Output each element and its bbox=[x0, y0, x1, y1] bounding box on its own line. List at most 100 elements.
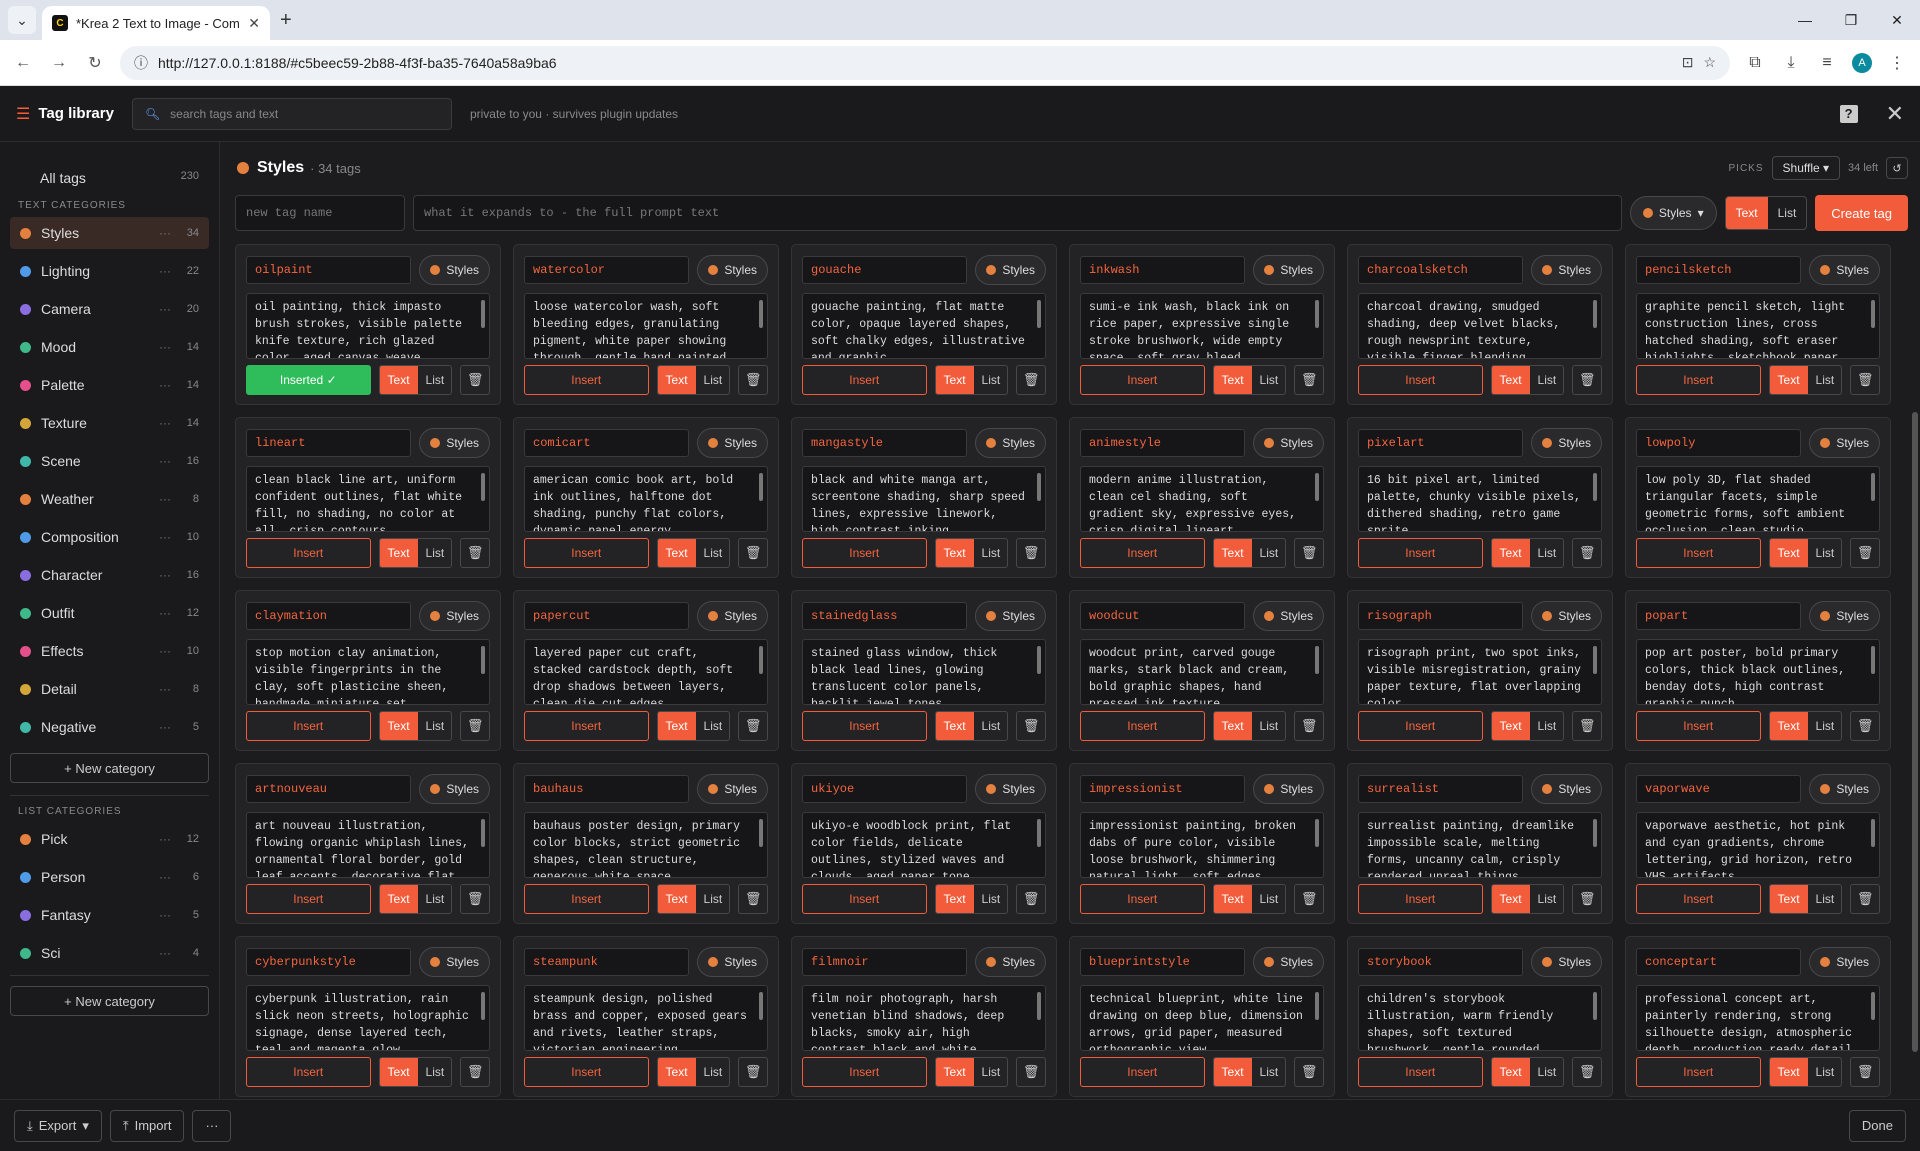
list-mode-button[interactable]: List bbox=[1808, 1058, 1842, 1086]
list-mode-button[interactable]: List bbox=[696, 1058, 730, 1086]
tag-category-select[interactable]: Styles bbox=[697, 428, 768, 458]
create-tag-button[interactable]: Create tag bbox=[1815, 195, 1908, 231]
tag-category-select[interactable]: Styles bbox=[419, 601, 490, 631]
trash-icon[interactable]: 🗑︎ bbox=[1294, 365, 1324, 395]
list-mode-button[interactable]: List bbox=[1530, 539, 1564, 567]
trash-icon[interactable]: 🗑︎ bbox=[1572, 711, 1602, 741]
trash-icon[interactable]: 🗑︎ bbox=[738, 711, 768, 741]
trash-icon[interactable]: 🗑︎ bbox=[1850, 884, 1880, 914]
tag-category-select[interactable]: Styles bbox=[1809, 601, 1880, 631]
tag-expansion-field[interactable]: children's storybook illustration, warm … bbox=[1358, 985, 1602, 1051]
tag-name-field[interactable]: surrealist bbox=[1358, 775, 1524, 803]
tag-category-select[interactable]: Styles bbox=[1253, 947, 1324, 977]
text-mode-button[interactable]: Text bbox=[1213, 366, 1252, 394]
profile-avatar[interactable]: A bbox=[1852, 52, 1872, 73]
tag-category-select[interactable]: Styles bbox=[975, 428, 1046, 458]
text-mode-button[interactable]: Text bbox=[657, 1058, 696, 1086]
text-mode-button[interactable]: Text bbox=[1769, 366, 1808, 394]
text-mode-button[interactable]: Text bbox=[657, 366, 696, 394]
trash-icon[interactable]: 🗑︎ bbox=[1016, 365, 1046, 395]
tag-name-field[interactable]: gouache bbox=[802, 256, 968, 284]
text-mode-button[interactable]: Text bbox=[379, 1058, 418, 1086]
text-mode-button[interactable]: Text bbox=[935, 885, 974, 913]
tag-name-field[interactable]: lineart bbox=[246, 429, 412, 457]
tag-expansion-field[interactable]: charcoal drawing, smudged shading, deep … bbox=[1358, 293, 1602, 359]
insert-button[interactable]: Insert bbox=[802, 884, 927, 914]
tag-name-field[interactable]: filmnoir bbox=[802, 948, 968, 976]
list-mode-button[interactable]: List bbox=[418, 366, 452, 394]
more-icon[interactable]: ··· bbox=[159, 302, 171, 316]
tag-category-select[interactable]: Styles bbox=[419, 774, 490, 804]
tag-expansion-field[interactable]: american comic book art, bold ink outlin… bbox=[524, 466, 768, 532]
trash-icon[interactable]: 🗑︎ bbox=[1850, 1057, 1880, 1087]
new-tab-icon[interactable]: + bbox=[280, 9, 292, 32]
new-list-category-button[interactable]: + New category bbox=[10, 986, 209, 1016]
tag-expansion-field[interactable]: professional concept art, painterly rend… bbox=[1636, 985, 1880, 1051]
list-mode-button[interactable]: List bbox=[1808, 885, 1842, 913]
tag-expansion-field[interactable]: vaporwave aesthetic, hot pink and cyan g… bbox=[1636, 812, 1880, 878]
tag-expansion-field[interactable]: low poly 3D, flat shaded triangular face… bbox=[1636, 466, 1880, 532]
trash-icon[interactable]: 🗑︎ bbox=[460, 884, 490, 914]
list-mode-button[interactable]: List bbox=[418, 1058, 452, 1086]
more-icon[interactable]: ··· bbox=[159, 340, 171, 354]
trash-icon[interactable]: 🗑︎ bbox=[460, 1057, 490, 1087]
list-mode-button[interactable]: List bbox=[974, 1058, 1008, 1086]
list-mode-button[interactable]: List bbox=[1252, 366, 1286, 394]
tag-category-select[interactable]: Styles bbox=[1253, 428, 1324, 458]
tag-expansion-field[interactable]: ukiyo-e woodblock print, flat color fiel… bbox=[802, 812, 1046, 878]
list-mode-button[interactable]: List bbox=[1530, 366, 1564, 394]
tag-category-select[interactable]: Styles bbox=[975, 774, 1046, 804]
sidebar-item-negative[interactable]: Negative ··· 5 bbox=[10, 711, 209, 743]
tag-name-field[interactable]: stainedglass bbox=[802, 602, 968, 630]
sidebar-item-texture[interactable]: Texture ··· 14 bbox=[10, 407, 209, 439]
text-mode-button[interactable]: Text bbox=[1769, 885, 1808, 913]
text-mode-button[interactable]: Text bbox=[935, 712, 974, 740]
insert-button[interactable]: Insert bbox=[802, 538, 927, 568]
bookmark-star-icon[interactable]: ☆ bbox=[1703, 54, 1716, 71]
list-mode-button[interactable]: List bbox=[1530, 712, 1564, 740]
trash-icon[interactable]: 🗑︎ bbox=[1850, 365, 1880, 395]
trash-icon[interactable]: 🗑︎ bbox=[460, 538, 490, 568]
more-icon[interactable]: ··· bbox=[159, 606, 171, 620]
done-button[interactable]: Done bbox=[1848, 1109, 1906, 1142]
tag-expansion-field[interactable]: black and white manga art, screentone sh… bbox=[802, 466, 1046, 532]
insert-button[interactable]: Insert bbox=[246, 538, 371, 568]
tag-expansion-field[interactable]: woodcut print, carved gouge marks, stark… bbox=[1080, 639, 1324, 705]
tag-name-field[interactable]: claymation bbox=[246, 602, 412, 630]
trash-icon[interactable]: 🗑︎ bbox=[460, 365, 490, 395]
tag-category-select[interactable]: Styles bbox=[1253, 601, 1324, 631]
tag-name-field[interactable]: lowpoly bbox=[1636, 429, 1802, 457]
new-tag-name-input[interactable]: new tag name bbox=[235, 195, 405, 231]
text-mode-button[interactable]: Text bbox=[1213, 1058, 1252, 1086]
tag-expansion-field[interactable]: graphite pencil sketch, light constructi… bbox=[1636, 293, 1880, 359]
more-icon[interactable]: ··· bbox=[159, 832, 171, 846]
text-mode-button[interactable]: Text bbox=[657, 539, 696, 567]
list-mode-button[interactable]: List bbox=[696, 366, 730, 394]
text-mode-button[interactable]: Text bbox=[657, 885, 696, 913]
text-mode-button[interactable]: Text bbox=[1213, 885, 1252, 913]
tag-name-field[interactable]: woodcut bbox=[1080, 602, 1246, 630]
tag-category-select[interactable]: Styles bbox=[1809, 774, 1880, 804]
insert-button[interactable]: Insert bbox=[524, 1057, 649, 1087]
trash-icon[interactable]: 🗑︎ bbox=[1850, 538, 1880, 568]
tag-expansion-field[interactable]: layered paper cut craft, stacked cardsto… bbox=[524, 639, 768, 705]
tag-category-select[interactable]: Styles bbox=[419, 428, 490, 458]
text-mode-button[interactable]: Text bbox=[935, 539, 974, 567]
tag-category-select[interactable]: Styles bbox=[1809, 947, 1880, 977]
insert-button[interactable]: Insert bbox=[802, 711, 927, 741]
tag-expansion-field[interactable]: technical blueprint, white line drawing … bbox=[1080, 985, 1324, 1051]
tag-name-field[interactable]: bauhaus bbox=[524, 775, 690, 803]
text-mode-button[interactable]: Text bbox=[1769, 1058, 1808, 1086]
insert-button[interactable]: Insert bbox=[524, 711, 649, 741]
tag-expansion-field[interactable]: gouache painting, flat matte color, opaq… bbox=[802, 293, 1046, 359]
list-mode-button[interactable]: List bbox=[696, 539, 730, 567]
tag-expansion-field[interactable]: bauhaus poster design, primary color blo… bbox=[524, 812, 768, 878]
insert-button[interactable]: Insert bbox=[1080, 711, 1205, 741]
sidebar-item-outfit[interactable]: Outfit ··· 12 bbox=[10, 597, 209, 629]
more-icon[interactable]: ··· bbox=[159, 530, 171, 544]
sidebar-item-styles[interactable]: Styles ··· 34 bbox=[10, 217, 209, 249]
sidebar-item-lighting[interactable]: Lighting ··· 22 bbox=[10, 255, 209, 287]
trash-icon[interactable]: 🗑︎ bbox=[1572, 538, 1602, 568]
maximize-icon[interactable]: ❐ bbox=[1828, 0, 1874, 40]
more-icon[interactable]: ··· bbox=[159, 644, 171, 658]
